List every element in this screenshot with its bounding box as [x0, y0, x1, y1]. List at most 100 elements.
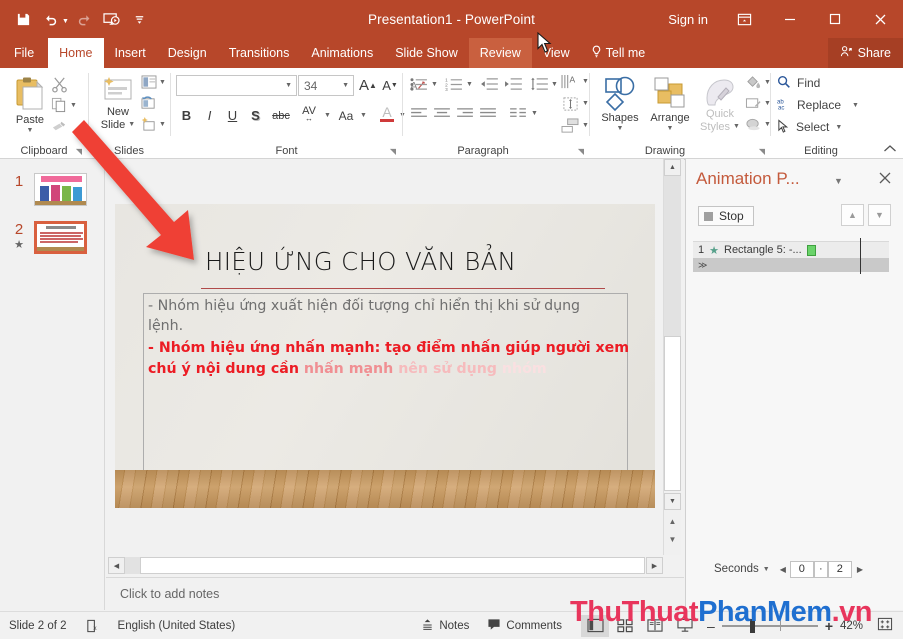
font-size-dropdown-icon[interactable]: ▼ [342, 82, 349, 89]
maximize-button[interactable] [812, 0, 857, 38]
spellcheck-icon[interactable]: x [76, 619, 109, 633]
bullets-icon[interactable] [408, 74, 430, 94]
tab-home[interactable]: Home [48, 38, 103, 68]
cut-icon[interactable] [48, 74, 70, 94]
decrease-font-size-icon[interactable]: A▼ [380, 75, 400, 96]
increase-indent-icon[interactable] [502, 74, 524, 94]
drawing-dialog-launcher[interactable]: ◥ [759, 147, 765, 156]
fit-to-window-icon[interactable] [877, 617, 903, 635]
thumbnail-item-2[interactable]: 2 ★ [8, 221, 87, 254]
shape-effects-icon[interactable] [742, 115, 764, 134]
slide-thumbnail-pane[interactable]: 1 2 ★ [0, 159, 105, 610]
columns-dropdown-icon[interactable]: ▼ [531, 110, 538, 117]
paragraph-dialog-launcher[interactable]: ◥ [578, 147, 584, 156]
align-text-icon[interactable] [559, 94, 581, 114]
align-right-icon[interactable] [454, 103, 476, 123]
underline-button[interactable]: U [222, 105, 243, 126]
columns-icon[interactable] [507, 103, 529, 123]
align-text-dropdown-icon[interactable]: ▼ [582, 100, 589, 107]
font-size-input[interactable]: 34 ▼ [298, 75, 354, 96]
new-slide-button[interactable]: New Slide ▼ [95, 76, 141, 131]
copy-icon[interactable] [48, 95, 70, 115]
zoom-in-button[interactable]: + [825, 618, 833, 634]
comments-button[interactable]: Comments [478, 618, 571, 634]
shape-fill-icon[interactable] [742, 73, 764, 92]
slide-indicator[interactable]: Slide 2 of 2 [0, 620, 76, 632]
decrease-indent-icon[interactable] [478, 74, 500, 94]
tab-review[interactable]: Review [469, 38, 532, 68]
animation-pane[interactable]: Animation P... ▼ Stop ▲ ▼ 1 ★ Rectangle … [685, 159, 903, 610]
move-later-button[interactable]: ▼ [868, 204, 891, 226]
select-button[interactable]: Select ▼ [777, 117, 867, 137]
line-spacing-dropdown-icon[interactable]: ▼ [551, 81, 558, 88]
timeline-scroll-left[interactable]: ◀ [780, 565, 786, 574]
animation-timeline-bar[interactable] [807, 245, 816, 256]
customize-qat-icon[interactable] [127, 6, 153, 32]
zoom-slider-thumb[interactable] [750, 619, 755, 633]
section-dropdown-icon[interactable]: ▼ [159, 121, 166, 128]
increase-font-size-icon[interactable]: A▲ [358, 75, 378, 96]
font-dialog-launcher[interactable]: ◥ [390, 147, 396, 156]
close-icon[interactable] [879, 171, 891, 187]
thumbnail-preview-1[interactable] [34, 173, 87, 206]
next-slide-button[interactable]: ▼ [664, 531, 681, 547]
slide-sorter-view-button[interactable] [611, 615, 639, 637]
bullets-dropdown-icon[interactable]: ▼ [431, 81, 438, 88]
line-spacing-icon[interactable] [528, 74, 550, 94]
share-button[interactable]: Share [828, 38, 903, 68]
timeline-scroll-right[interactable]: ▶ [857, 565, 863, 574]
horizontal-scroll-thumb[interactable] [140, 557, 645, 574]
ribbon-display-options-icon[interactable] [722, 0, 767, 38]
layout-dropdown-icon[interactable]: ▼ [159, 79, 166, 86]
stop-button[interactable]: Stop [698, 206, 754, 226]
save-icon[interactable] [10, 6, 36, 32]
chevron-down-icon[interactable]: ▼ [834, 176, 843, 186]
font-name-dropdown-icon[interactable]: ▼ [285, 82, 292, 89]
smartart-icon[interactable] [559, 116, 581, 136]
tab-transitions[interactable]: Transitions [218, 38, 301, 68]
collapse-ribbon-icon[interactable] [883, 144, 897, 157]
undo-icon[interactable] [38, 6, 64, 32]
bold-button[interactable]: B [176, 105, 197, 126]
format-painter-icon[interactable] [48, 116, 70, 136]
find-button[interactable]: Find [777, 73, 867, 93]
scroll-right-button[interactable]: ▶ [646, 557, 663, 574]
text-direction-icon[interactable]: A [559, 72, 581, 92]
align-center-icon[interactable] [431, 103, 453, 123]
change-case-button[interactable]: Aa [334, 105, 358, 126]
zoom-level-label[interactable]: 42% [840, 620, 870, 632]
slide-horizontal-scrollbar[interactable]: ◀ ▶ [108, 557, 663, 574]
change-case-dropdown-icon[interactable]: ▼ [360, 112, 367, 119]
font-color-button[interactable]: A [376, 102, 398, 126]
numbering-dropdown-icon[interactable]: ▼ [466, 81, 473, 88]
shapes-dropdown-icon[interactable]: ▼ [617, 125, 624, 133]
replace-button[interactable]: abac Replace ▼ [777, 95, 867, 115]
copy-dropdown-icon[interactable]: ▼ [70, 102, 77, 109]
slide-body-placeholder[interactable]: - Nhóm hiệu ứng xuất hiện đối tượng chỉ … [143, 293, 628, 471]
font-name-input[interactable]: ▼ [176, 75, 297, 96]
quick-styles-dropdown-icon[interactable]: ▼ [733, 123, 740, 131]
sign-in-button[interactable]: Sign in [654, 12, 722, 27]
minimize-button[interactable] [767, 0, 812, 38]
numbering-icon[interactable]: 123 [443, 74, 465, 94]
character-spacing-dropdown-icon[interactable]: ▼ [324, 112, 331, 119]
thumbnail-item-1[interactable]: 1 [8, 173, 87, 206]
slide-canvas[interactable]: HIỆU ỨNG CHO VĂN BẢN - Nhóm hiệu ứng xuấ… [115, 204, 655, 508]
scroll-up-button[interactable]: ▲ [664, 159, 681, 176]
seconds-dropdown-icon[interactable]: ▼ [763, 566, 770, 573]
arrange-dropdown-icon[interactable]: ▼ [667, 125, 674, 133]
scroll-down-button[interactable]: ▼ [664, 493, 681, 510]
quick-styles-button[interactable]: Quick Styles ▼ [697, 76, 743, 133]
slide-edit-area[interactable]: HIỆU ỨNG CHO VĂN BẢN - Nhóm hiệu ứng xuấ… [106, 159, 684, 555]
thumbnail-preview-2[interactable] [34, 221, 87, 254]
scroll-track-upper[interactable] [664, 176, 681, 336]
reading-view-button[interactable] [641, 615, 669, 637]
slide-title[interactable]: HIỆU ỨNG CHO VĂN BẢN [205, 247, 625, 276]
strikethrough-button[interactable]: abc [268, 105, 294, 126]
section-icon[interactable] [139, 115, 159, 133]
select-dropdown-icon[interactable]: ▼ [835, 124, 842, 131]
timeline-start-value[interactable]: 0 [790, 561, 814, 578]
reset-icon[interactable] [139, 94, 159, 112]
replace-dropdown-icon[interactable]: ▼ [852, 102, 859, 109]
scroll-thumb[interactable] [664, 336, 681, 491]
